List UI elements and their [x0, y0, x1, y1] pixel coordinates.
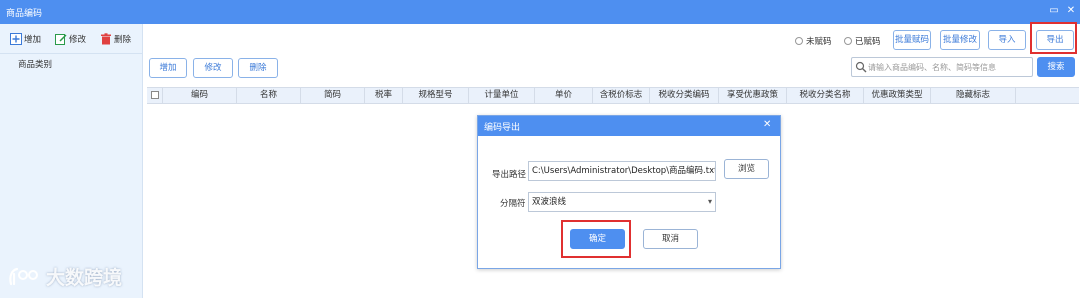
select-all-column [147, 88, 163, 103]
column-header[interactable]: 享受优惠政策 [719, 88, 787, 103]
window-title: 商品编码 [6, 9, 43, 19]
grid-add-button[interactable]: 增加 [149, 58, 187, 78]
export-highlight-box [1030, 22, 1077, 54]
table-header: 编码 名称 简码 税率 规格型号 计量单位 单价 含税价标志 税收分类编码 享受… [147, 87, 1079, 104]
category-add-label: 增加 [24, 35, 42, 45]
category-tree-root[interactable]: 商品类别 [18, 58, 52, 70]
filter-unassigned-label: 未赋码 [806, 37, 832, 47]
watermark: 大数跨境 [8, 263, 122, 290]
filter-unassigned-radio[interactable]: 未赋码 [795, 35, 832, 47]
batch-assign-button[interactable]: 批量赋码 [893, 30, 931, 50]
column-header[interactable]: 规格型号 [403, 88, 469, 103]
column-header[interactable]: 编码 [163, 88, 237, 103]
select-all-checkbox[interactable] [151, 91, 159, 99]
import-button[interactable]: 导入 [988, 30, 1026, 50]
column-header[interactable]: 优惠政策类型 [864, 88, 931, 103]
export-path-label: 导出路径 [492, 170, 527, 180]
dialog-close-icon[interactable]: ✕ [763, 119, 771, 130]
chevron-down-icon: ▾ [707, 197, 712, 206]
search-placeholder: 请输入商品编码、名称、简码等信息 [868, 63, 996, 72]
category-panel: 增加 修改 删除 商品类别 [0, 24, 143, 298]
close-icon[interactable]: ✕ [1064, 4, 1078, 18]
grid-edit-button[interactable]: 修改 [193, 58, 233, 78]
search-input[interactable]: 请输入商品编码、名称、简码等信息 [851, 57, 1033, 77]
column-header[interactable]: 含税价标志 [593, 88, 650, 103]
filter-assigned-label: 已赋码 [855, 37, 881, 47]
filter-assigned-radio[interactable]: 已赋码 [844, 35, 881, 47]
maximize-icon[interactable]: ▭ [1047, 4, 1061, 18]
radio-circle-icon [844, 37, 852, 45]
column-header[interactable]: 税率 [365, 88, 403, 103]
radio-circle-icon [795, 37, 803, 45]
trash-icon [101, 33, 111, 45]
separator-value: 双波浪线 [532, 197, 567, 207]
column-header[interactable]: 简码 [301, 88, 365, 103]
window-titlebar: 商品编码 ▭ ✕ [0, 0, 1080, 24]
logo-icon [9, 267, 38, 285]
batch-edit-button[interactable]: 批量修改 [940, 30, 980, 50]
column-header[interactable]: 计量单位 [469, 88, 535, 103]
edit-icon [55, 34, 67, 45]
category-edit-label: 修改 [69, 35, 87, 45]
export-path-field[interactable]: C:\Users\Administrator\Desktop\商品编码.txt [528, 161, 716, 181]
dialog-title: 编码导出 [484, 123, 521, 133]
category-toolbar: 增加 修改 删除 [0, 24, 143, 54]
cancel-button[interactable]: 取消 [643, 229, 698, 249]
grid-delete-button[interactable]: 删除 [238, 58, 278, 78]
column-header[interactable]: 隐藏标志 [931, 88, 1016, 103]
search-button[interactable]: 搜索 [1037, 57, 1075, 77]
separator-select[interactable]: 双波浪线 ▾ [528, 192, 716, 212]
column-header[interactable]: 税收分类名称 [787, 88, 864, 103]
category-delete-label: 删除 [114, 35, 132, 45]
search-icon [855, 61, 867, 73]
separator-label: 分隔符 [500, 199, 526, 209]
category-edit-button[interactable]: 修改 [55, 32, 86, 46]
add-icon [10, 33, 22, 45]
column-header[interactable]: 单价 [535, 88, 593, 103]
column-header[interactable]: 名称 [237, 88, 301, 103]
category-delete-button[interactable]: 删除 [100, 32, 131, 46]
browse-button[interactable]: 浏览 [724, 159, 769, 179]
category-add-button[interactable]: 增加 [10, 32, 41, 46]
column-header[interactable]: 税收分类编码 [650, 88, 719, 103]
watermark-text: 大数跨境 [46, 267, 123, 289]
dialog-titlebar: 编码导出 ✕ [478, 116, 780, 136]
confirm-highlight-box [561, 220, 631, 258]
